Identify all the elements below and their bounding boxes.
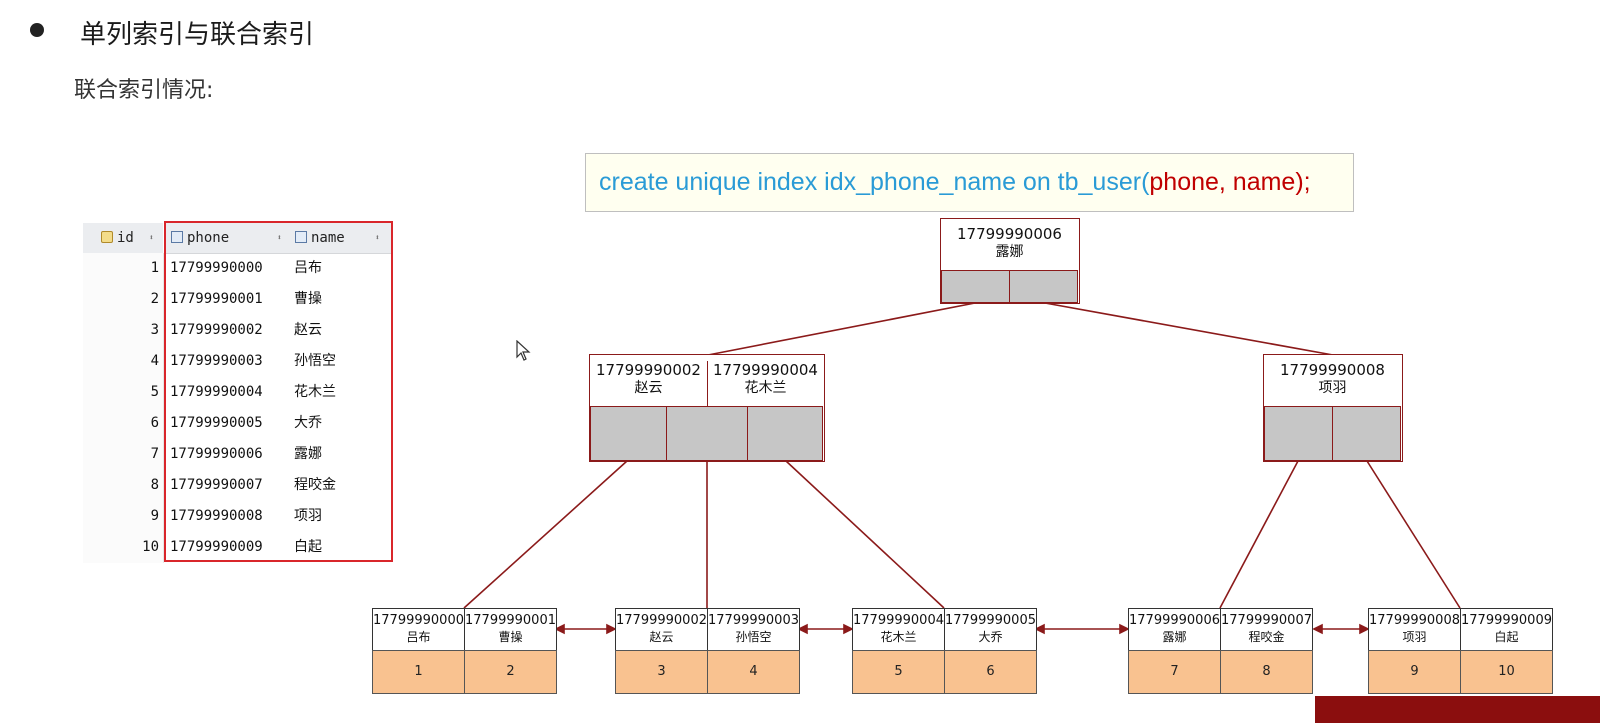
leaf-row-data: 6 <box>944 650 1037 694</box>
leaf-key-phone: 17799990007 <box>1221 613 1312 628</box>
arrowhead <box>1119 623 1130 635</box>
edge-root-right <box>1044 302 1334 356</box>
leaf-key-phone: 17799990000 <box>373 613 464 628</box>
arrowhead <box>606 623 617 635</box>
edge-l2a-leaf1 <box>463 460 628 609</box>
leaf-key: 17799990005 大乔 <box>944 608 1037 651</box>
leaf-row-data: 5 <box>852 650 945 694</box>
leaf-key-phone: 17799990005 <box>945 613 1036 628</box>
leaf-key-phone: 17799990003 <box>708 613 799 628</box>
arrowhead <box>1312 623 1323 635</box>
pointer-slot <box>747 406 823 461</box>
internal-key: 17799990002 赵云 <box>590 361 708 407</box>
leaf-key-name: 花木兰 <box>880 630 917 644</box>
pointer-slot <box>941 270 1010 303</box>
leaf-key: 17799990003 孙悟空 <box>707 608 800 651</box>
leaf-key-name: 露娜 <box>1162 630 1187 644</box>
leaf-key: 17799990009 白起 <box>1460 608 1553 651</box>
pointer-slot <box>1332 406 1401 461</box>
leaf-key-name: 孙悟空 <box>735 630 772 644</box>
pointer-slot <box>1264 406 1333 461</box>
edge-root-left <box>707 302 976 356</box>
leaf-key-name: 程咬金 <box>1248 630 1285 644</box>
arrowhead <box>797 623 808 635</box>
leaf-key: 17799990002 赵云 <box>615 608 708 651</box>
pointer-slot <box>1009 270 1078 303</box>
pointer-slot <box>666 406 748 461</box>
pointer-slot <box>590 406 667 461</box>
root-node: 17799990006 露娜 <box>940 218 1080 304</box>
internal-node-right: 17799990008 项羽 <box>1263 354 1403 462</box>
leaf-key-name: 大乔 <box>978 630 1003 644</box>
arrowhead <box>1034 623 1045 635</box>
edge-l2b-leaf4 <box>1219 460 1299 609</box>
corner-banner <box>1315 696 1600 723</box>
cursor-arrow-icon <box>516 340 531 361</box>
leaf-key-name: 白起 <box>1494 630 1519 644</box>
leaf-key: 17799990004 花木兰 <box>852 608 945 651</box>
leaf-row-data: 9 <box>1368 650 1461 694</box>
leaf-row-data: 10 <box>1460 650 1553 694</box>
arrowhead <box>1359 623 1370 635</box>
leaf-key-phone: 17799990006 <box>1129 613 1220 628</box>
leaf-key-phone: 17799990001 <box>465 613 556 628</box>
leaf-key-name: 曹操 <box>498 630 523 644</box>
root-key: 17799990006 露娜 <box>957 225 1062 260</box>
arrowhead <box>843 623 854 635</box>
edge-l2a-leaf3 <box>785 460 945 609</box>
leaf-key-name: 吕布 <box>406 630 431 644</box>
leaf-row-data: 8 <box>1220 650 1313 694</box>
edge-l2b-leaf5 <box>1366 460 1461 609</box>
leaf-row-data: 3 <box>615 650 708 694</box>
leaf-key: 17799990000 吕布 <box>372 608 465 651</box>
leaf-row-data: 1 <box>372 650 465 694</box>
leaf-key-phone: 17799990008 <box>1369 613 1460 628</box>
leaf-key-phone: 17799990004 <box>853 613 944 628</box>
internal-node-left: 17799990002 赵云 17799990004 花木兰 <box>589 354 825 462</box>
leaf-key: 17799990006 露娜 <box>1128 608 1221 651</box>
leaf-key: 17799990007 程咬金 <box>1220 608 1313 651</box>
leaf-key-name: 赵云 <box>649 630 674 644</box>
leaf-row-data: 2 <box>464 650 557 694</box>
leaf-key: 17799990001 曹操 <box>464 608 557 651</box>
internal-key: 17799990004 花木兰 <box>713 361 818 396</box>
leaf-key-phone: 17799990009 <box>1461 613 1552 628</box>
leaf-key: 17799990008 项羽 <box>1368 608 1461 651</box>
arrowhead <box>554 623 565 635</box>
leaf-row-data: 7 <box>1128 650 1221 694</box>
internal-key: 17799990008 项羽 <box>1280 361 1385 396</box>
leaf-key-phone: 17799990002 <box>616 613 707 628</box>
leaf-row-data: 4 <box>707 650 800 694</box>
leaf-key-name: 项羽 <box>1402 630 1427 644</box>
